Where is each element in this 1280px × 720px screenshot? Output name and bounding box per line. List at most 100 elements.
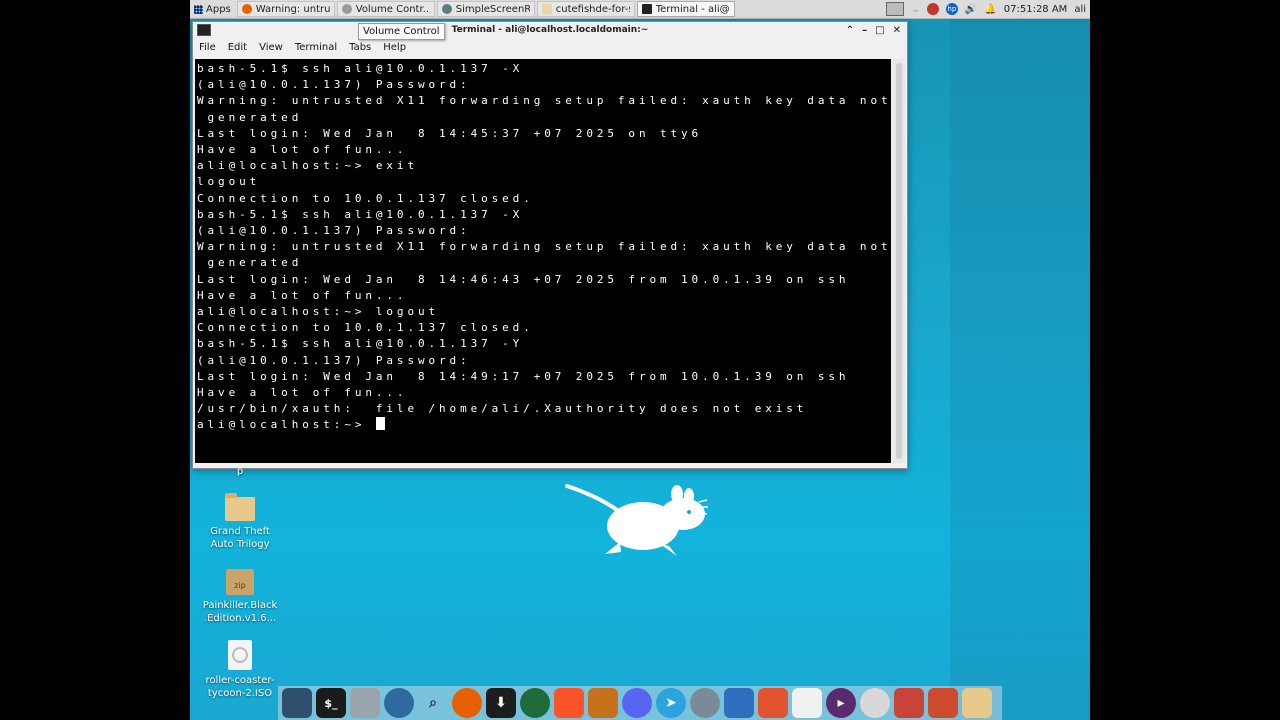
- volume-icon[interactable]: 🔊: [965, 4, 977, 15]
- discord-icon[interactable]: [622, 688, 652, 718]
- green-orb-icon[interactable]: [520, 688, 550, 718]
- firefox-icon[interactable]: [452, 688, 482, 718]
- terminal-line: Have a lot of fun...: [197, 288, 408, 302]
- window-titlebar[interactable]: Terminal - ali@localhost.localdomain:~ ⌃…: [193, 22, 907, 38]
- taskbar-item-firefox[interactable]: Warning: untrust...: [236, 1, 335, 17]
- file-manager-icon[interactable]: [350, 688, 380, 718]
- file-manager-icon: [541, 4, 552, 14]
- menu-help[interactable]: Help: [383, 42, 406, 53]
- search-magnifier-icon[interactable]: ⌕: [418, 688, 448, 718]
- terminal-line: generated: [207, 256, 303, 270]
- clock[interactable]: 07:51:28 AM: [1004, 4, 1068, 15]
- desktop-icon-roller-coaster-iso[interactable]: roller-coaster- tycoon-2.ISO: [200, 640, 280, 700]
- collapse-icon[interactable]: ⌃: [846, 25, 854, 36]
- sudoku-icon[interactable]: [792, 688, 822, 718]
- taskbar-item-screen-recorder[interactable]: SimpleScreenRec...: [436, 1, 535, 17]
- taskbar-item-label: cutefishde-for-sla...: [555, 3, 630, 15]
- apps-label: Apps: [206, 3, 231, 15]
- terminal-line: Warning: untrusted X11 forwarding setup …: [197, 94, 891, 108]
- apps-grid-icon: [194, 4, 203, 14]
- desktop-icon-painkiller-zip[interactable]: zip Painkiller.Black .Edition.v1.6...: [200, 569, 280, 625]
- window-switcher-icon[interactable]: [886, 2, 905, 16]
- document-viewer-icon[interactable]: [724, 688, 754, 718]
- record-icon[interactable]: [926, 3, 939, 15]
- terminal-line: Warning: untrusted X11 forwarding setup …: [197, 240, 891, 254]
- terminal-line: Last login: Wed Jan 8 14:45:37 +07 2025 …: [197, 126, 703, 140]
- terminal-console[interactable]: bash-5.1$ ssh ali@10.0.1.137 -X (ali@10.…: [195, 59, 891, 463]
- taskbar-item-file-manager[interactable]: cutefishde-for-sla...: [536, 1, 635, 17]
- desktop-icon-label: roller-coaster- tycoon-2.ISO: [205, 675, 275, 699]
- gift-box-icon[interactable]: [894, 688, 924, 718]
- taskbar-item-label: Volume Contr...: [355, 3, 430, 15]
- game-icon[interactable]: [588, 688, 618, 718]
- terminal-line: ali@localhost:~> exit: [197, 159, 418, 173]
- terminal-line: Last login: Wed Jan 8 14:49:17 +07 2025 …: [197, 369, 850, 383]
- presentation-icon[interactable]: [758, 688, 788, 718]
- printer-hp-icon[interactable]: hp: [945, 3, 958, 15]
- menu-file[interactable]: File: [199, 42, 216, 53]
- disc-image-icon: [228, 640, 252, 670]
- telegram-icon[interactable]: ➤: [656, 688, 686, 718]
- maximize-icon[interactable]: □: [875, 25, 884, 36]
- notification-bell-icon[interactable]: 🔔: [984, 4, 996, 15]
- volume-control-icon: [341, 4, 352, 14]
- terminal-line: bash-5.1$ ssh ali@10.0.1.137 -Y: [197, 337, 524, 351]
- terminal-scrollbar[interactable]: [893, 59, 905, 463]
- desktop-icon-label: Grand Theft Auto Trilogy: [210, 526, 270, 550]
- terminal-line: Have a lot of fun...: [197, 386, 408, 400]
- terminal-line: (ali@10.0.1.137) Password:: [197, 224, 471, 238]
- taskbar-item-label: Terminal - ali@loc...: [655, 3, 730, 15]
- taskbar-item-volume-control[interactable]: Volume Contr...: [336, 1, 435, 17]
- terminal-icon[interactable]: $_: [316, 688, 346, 718]
- menu-view[interactable]: View: [259, 42, 283, 53]
- terminal-output: bash-5.1$ ssh ali@10.0.1.137 -X (ali@10.…: [195, 59, 891, 434]
- minimize-icon[interactable]: –: [862, 25, 867, 36]
- terminal-line: generated: [207, 110, 303, 124]
- terminal-cursor: [375, 417, 385, 431]
- user-name[interactable]: ali: [1074, 4, 1086, 15]
- terminal-window[interactable]: Terminal - ali@localhost.localdomain:~ ⌃…: [192, 21, 908, 469]
- window-title: Terminal - ali@localhost.localdomain:~: [451, 25, 649, 35]
- network-icon[interactable]: ⌄: [911, 4, 919, 15]
- zip-archive-icon: zip: [226, 569, 254, 595]
- menu-terminal[interactable]: Terminal: [295, 42, 337, 53]
- desktop-icon-partial[interactable]: p: [200, 465, 280, 478]
- terminal-line: Have a lot of fun...: [197, 143, 408, 157]
- browser-globe-icon[interactable]: [384, 688, 414, 718]
- terminal-line: Connection to 10.0.1.137 closed.: [197, 191, 534, 205]
- desktop: Apps Warning: untrust... Volume Contr...…: [190, 0, 1090, 720]
- terminal-line: Connection to 10.0.1.137 closed.: [197, 321, 534, 335]
- terminal-line: bash-5.1$ ssh ali@10.0.1.137 -X: [197, 62, 524, 75]
- taskbar-item-label: Warning: untrust...: [255, 3, 330, 15]
- workspace-icon[interactable]: [282, 688, 312, 718]
- menu-bar: File Edit View Terminal Tabs Help: [193, 38, 907, 56]
- screen-recorder-icon: [441, 4, 452, 14]
- tools-icon[interactable]: [928, 688, 958, 718]
- folder-icon[interactable]: [962, 688, 992, 718]
- desktop-icon-grand-theft-auto[interactable]: Grand Theft Auto Trilogy: [200, 493, 280, 551]
- close-icon[interactable]: ✕: [893, 25, 901, 36]
- disc-burner-icon[interactable]: [860, 688, 890, 718]
- menu-tabs[interactable]: Tabs: [349, 42, 371, 53]
- terminal-line: Last login: Wed Jan 8 14:46:43 +07 2025 …: [197, 272, 850, 286]
- apps-menu-button[interactable]: Apps: [190, 0, 235, 18]
- taskbar-item-terminal[interactable]: Terminal - ali@loc...: [636, 1, 735, 17]
- firefox-icon: [241, 4, 252, 14]
- terminal-line: (ali@10.0.1.137) Password:: [197, 353, 471, 367]
- terminal-line: (ali@10.0.1.137) Password:: [197, 78, 471, 92]
- terminal-line: /usr/bin/xauth: file /home/ali/.Xauthori…: [197, 402, 808, 416]
- media-player-icon[interactable]: ▸: [826, 688, 856, 718]
- desktop-icon-label: p: [236, 466, 244, 477]
- brave-lion-icon[interactable]: [554, 688, 584, 718]
- terminal-prompt: ali@localhost:~>: [197, 418, 376, 432]
- top-panel: Apps Warning: untrust... Volume Contr...…: [190, 0, 1090, 19]
- taskbar-item-label: SimpleScreenRec...: [455, 3, 530, 15]
- downloader-icon[interactable]: ⬇: [486, 688, 516, 718]
- terminal-icon: [641, 4, 652, 14]
- terminal-line: ali@localhost:~> logout: [197, 305, 440, 319]
- satellite-icon[interactable]: [690, 688, 720, 718]
- menu-edit[interactable]: Edit: [228, 42, 247, 53]
- terminal-line: bash-5.1$ ssh ali@10.0.1.137 -X: [197, 207, 524, 221]
- terminal-line: logout: [197, 175, 261, 189]
- xfce-mouse-logo: [565, 484, 708, 556]
